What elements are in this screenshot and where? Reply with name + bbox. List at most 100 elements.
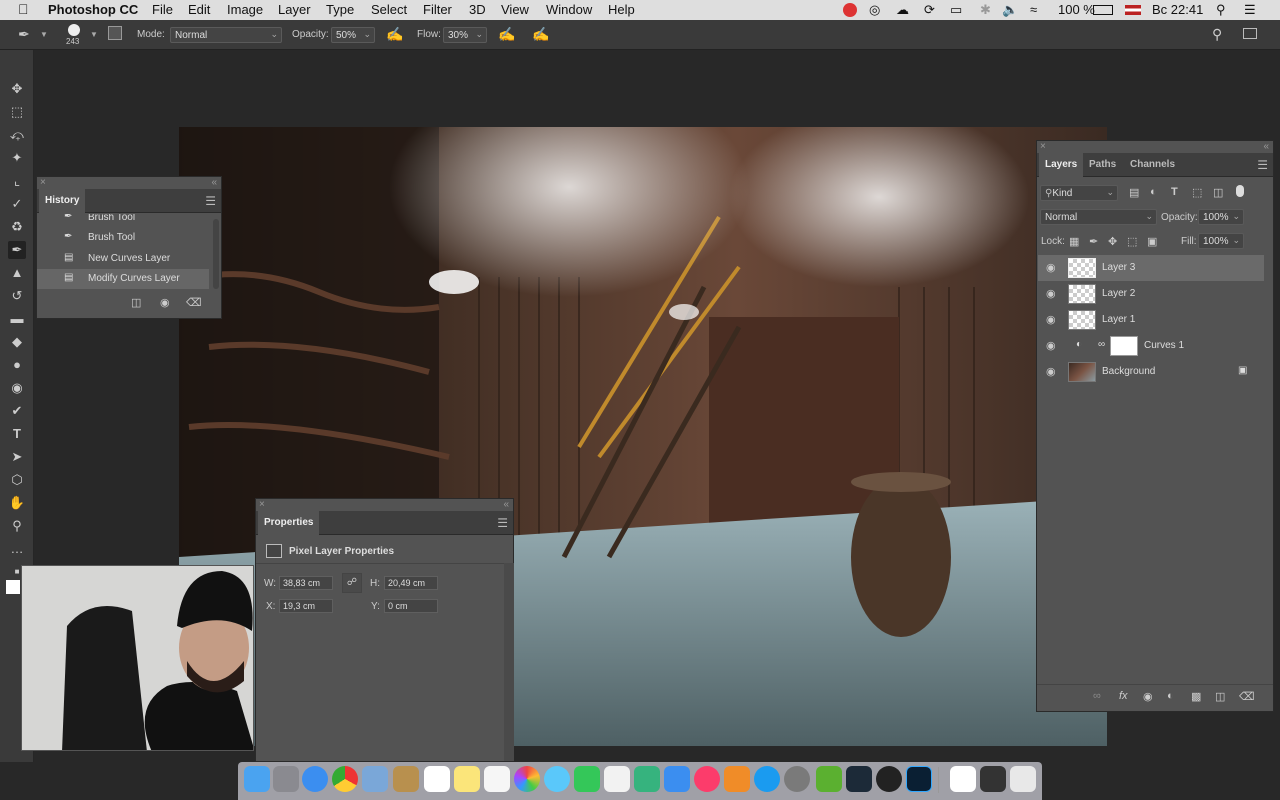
wifi-icon[interactable]: ≈ xyxy=(1030,2,1037,17)
fill-field[interactable]: 100% ⌄ xyxy=(1198,233,1244,249)
folder-icon[interactable]: ▩ xyxy=(1191,690,1201,703)
apple-icon[interactable]:  xyxy=(18,1,29,17)
brush-preview-icon[interactable] xyxy=(68,24,80,36)
keyboard-viewer-icon[interactable] xyxy=(980,766,1006,792)
chain-link-icon[interactable]: ∞ xyxy=(1098,339,1105,350)
properties-scrollbar[interactable] xyxy=(504,563,514,761)
new-document-from-state-icon[interactable]: ◫ xyxy=(131,296,141,309)
history-item[interactable]: ▤ New Curves Layer xyxy=(37,249,209,269)
link-icon[interactable]: ☍ xyxy=(342,573,362,593)
menu-help[interactable]: Help xyxy=(608,2,635,17)
opera-dock-icon[interactable] xyxy=(876,766,902,792)
notification-center-icon[interactable]: ☰ xyxy=(1244,2,1256,18)
eye-icon[interactable]: ◉ xyxy=(1046,287,1056,300)
calendar-icon[interactable] xyxy=(424,766,450,792)
collapse-icon[interactable]: « xyxy=(1263,141,1269,153)
brush-settings-icon[interactable] xyxy=(108,26,122,40)
flag-icon[interactable] xyxy=(1125,5,1141,15)
system-preferences-icon[interactable] xyxy=(784,766,810,792)
menu-window[interactable]: Window xyxy=(546,2,592,17)
camera-icon[interactable]: ◉ xyxy=(160,296,170,309)
workspace-icon[interactable] xyxy=(1243,28,1257,39)
app-store-icon[interactable] xyxy=(754,766,780,792)
keynote-icon[interactable] xyxy=(664,766,690,792)
eye-icon[interactable]: ◉ xyxy=(1046,365,1056,378)
reminders-icon[interactable] xyxy=(484,766,510,792)
eyedropper-icon[interactable]: ✓ xyxy=(8,195,26,213)
opacity-field[interactable]: 50% ⌄ xyxy=(331,27,375,43)
new-adjustment-icon[interactable]: ◐ xyxy=(1167,690,1174,702)
tab-layers[interactable]: Layers xyxy=(1039,153,1084,177)
shape-icon[interactable]: ⬡ xyxy=(8,471,26,489)
menu-filter[interactable]: Filter xyxy=(423,2,452,17)
clock[interactable]: Вс 22:41 xyxy=(1152,2,1203,17)
move-icon[interactable]: ✥ xyxy=(8,80,26,98)
messages-icon[interactable] xyxy=(544,766,570,792)
kind-filter-select[interactable]: ⚲Kind ⌄ xyxy=(1040,185,1118,201)
mode-select[interactable]: Normal ⌄ xyxy=(170,27,282,43)
airbrush-icon[interactable]: ✍ xyxy=(498,26,515,43)
lasso-icon[interactable]: ⤽ xyxy=(8,126,26,144)
lightroom-icon[interactable] xyxy=(846,766,872,792)
preview-icon[interactable] xyxy=(362,766,388,792)
filter-type-icon[interactable]: T xyxy=(1171,186,1178,198)
shazam-icon[interactable]: ◎ xyxy=(869,2,880,18)
clone-stamp-icon[interactable]: ▲ xyxy=(8,264,26,282)
history-item[interactable]: ✒ Brush Tool xyxy=(37,228,209,248)
layer-opacity-field[interactable]: 100% ⌄ xyxy=(1198,209,1244,225)
chrome-icon[interactable] xyxy=(332,766,358,792)
brush-icon[interactable]: ✒ xyxy=(8,241,26,259)
menu-layer[interactable]: Layer xyxy=(278,2,311,17)
paint-bucket-icon[interactable]: ◆ xyxy=(8,333,26,351)
lock-position-icon[interactable]: ✥ xyxy=(1108,235,1117,248)
blur-icon[interactable]: ● xyxy=(8,356,26,374)
filter-toggle-icon[interactable] xyxy=(1236,185,1244,197)
close-icon[interactable]: × xyxy=(40,177,46,189)
sync-icon[interactable]: ⟳ xyxy=(924,2,935,18)
width-field[interactable]: 38,83 cm xyxy=(279,576,333,590)
path-selection-icon[interactable]: ➤ xyxy=(8,448,26,466)
notes-icon[interactable] xyxy=(454,766,480,792)
facetime-icon[interactable] xyxy=(574,766,600,792)
battery-icon[interactable] xyxy=(1093,5,1113,15)
panel-menu-icon[interactable]: ☰ xyxy=(497,516,508,530)
zoom-icon[interactable]: ⚲ xyxy=(8,517,26,535)
cloud-icon[interactable]: ☁ xyxy=(896,2,909,18)
dodge-icon[interactable]: ◉ xyxy=(8,379,26,397)
chevron-down-icon[interactable]: ▼ xyxy=(40,30,48,39)
close-icon[interactable]: × xyxy=(259,499,265,511)
hand-icon[interactable]: ✋ xyxy=(8,494,26,512)
eraser-icon[interactable]: ▬ xyxy=(8,310,26,328)
eye-icon[interactable]: ◉ xyxy=(1046,261,1056,274)
healing-brush-icon[interactable]: ♻ xyxy=(8,218,26,236)
x-field[interactable]: 19,3 cm xyxy=(279,599,333,613)
opera-icon[interactable] xyxy=(843,3,857,17)
flow-field[interactable]: 30% ⌄ xyxy=(443,27,487,43)
photos-icon[interactable] xyxy=(514,766,540,792)
airplay-icon[interactable]: ▭ xyxy=(950,2,962,18)
tab-paths[interactable]: Paths xyxy=(1083,153,1122,177)
marquee-icon[interactable]: ⬚ xyxy=(8,103,26,121)
launchpad-icon[interactable] xyxy=(273,766,299,792)
finder-icon[interactable] xyxy=(244,766,270,792)
panel-menu-icon[interactable]: ☰ xyxy=(1257,158,1268,172)
height-field[interactable]: 20,49 cm xyxy=(384,576,438,590)
app-menu[interactable]: Photoshop CC xyxy=(48,2,138,17)
trash-icon[interactable]: ⌫ xyxy=(186,296,202,309)
tab-channels[interactable]: Channels xyxy=(1124,153,1181,177)
layer-row[interactable]: ◉ ◐ ∞ Curves 1 xyxy=(1038,333,1264,359)
search-icon[interactable]: ⚲ xyxy=(1212,26,1222,43)
eye-icon[interactable]: ◉ xyxy=(1046,339,1056,352)
filter-shape-icon[interactable]: ⬚ xyxy=(1192,186,1202,199)
menu-file[interactable]: File xyxy=(152,2,173,17)
chevron-down-icon[interactable]: ▼ xyxy=(90,30,98,39)
magic-wand-icon[interactable]: ✦ xyxy=(8,149,26,167)
menu-select[interactable]: Select xyxy=(371,2,407,17)
add-mask-icon[interactable]: ◉ xyxy=(1143,690,1153,703)
panel-menu-icon[interactable]: ☰ xyxy=(205,194,216,208)
pressure-size-icon[interactable]: ✍ xyxy=(532,26,549,43)
spotlight-icon[interactable]: ⚲ xyxy=(1216,2,1226,18)
numbers-icon[interactable] xyxy=(634,766,660,792)
tab-history[interactable]: History xyxy=(39,189,86,213)
menu-view[interactable]: View xyxy=(501,2,529,17)
